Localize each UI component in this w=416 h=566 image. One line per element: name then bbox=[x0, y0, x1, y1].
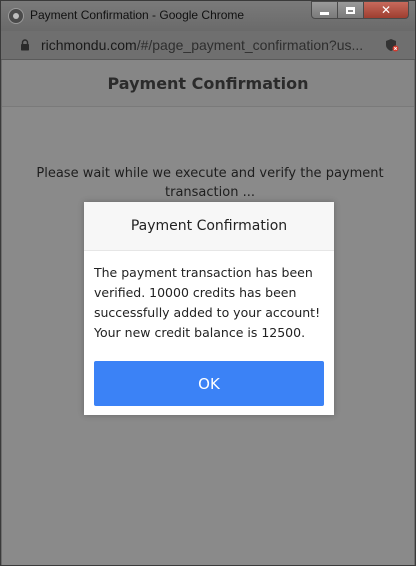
browser-window: Payment Confirmation - Google Chrome ✕ r… bbox=[0, 0, 416, 566]
window-controls: ✕ bbox=[311, 1, 409, 21]
page-title: Payment Confirmation bbox=[2, 60, 414, 107]
payment-confirmation-dialog: Payment Confirmation The payment transac… bbox=[84, 202, 334, 415]
address-bar[interactable]: richmondu.com/#/page_payment_confirmatio… bbox=[1, 31, 415, 60]
window-title: Payment Confirmation - Google Chrome bbox=[30, 8, 245, 22]
chrome-icon bbox=[8, 8, 24, 24]
wait-message: Please wait while we execute and verify … bbox=[36, 166, 384, 200]
close-button[interactable]: ✕ bbox=[364, 1, 409, 19]
maximize-icon bbox=[346, 6, 355, 14]
minimize-icon bbox=[320, 11, 329, 15]
lock-icon[interactable] bbox=[20, 39, 30, 51]
close-icon: ✕ bbox=[380, 3, 392, 17]
ok-button[interactable]: OK bbox=[94, 361, 324, 406]
blocked-shield-icon[interactable] bbox=[385, 38, 399, 52]
url-text[interactable]: richmondu.com/#/page_payment_confirmatio… bbox=[41, 37, 363, 53]
dialog-title: Payment Confirmation bbox=[84, 202, 334, 251]
url-domain: richmondu.com bbox=[41, 37, 137, 53]
minimize-button[interactable] bbox=[311, 1, 338, 19]
dialog-message: The payment transaction has been verifie… bbox=[94, 265, 321, 340]
maximize-button[interactable] bbox=[338, 1, 364, 19]
title-bar[interactable]: Payment Confirmation - Google Chrome ✕ bbox=[1, 1, 415, 31]
url-path: /#/page_payment_confirmation?us... bbox=[136, 37, 364, 53]
